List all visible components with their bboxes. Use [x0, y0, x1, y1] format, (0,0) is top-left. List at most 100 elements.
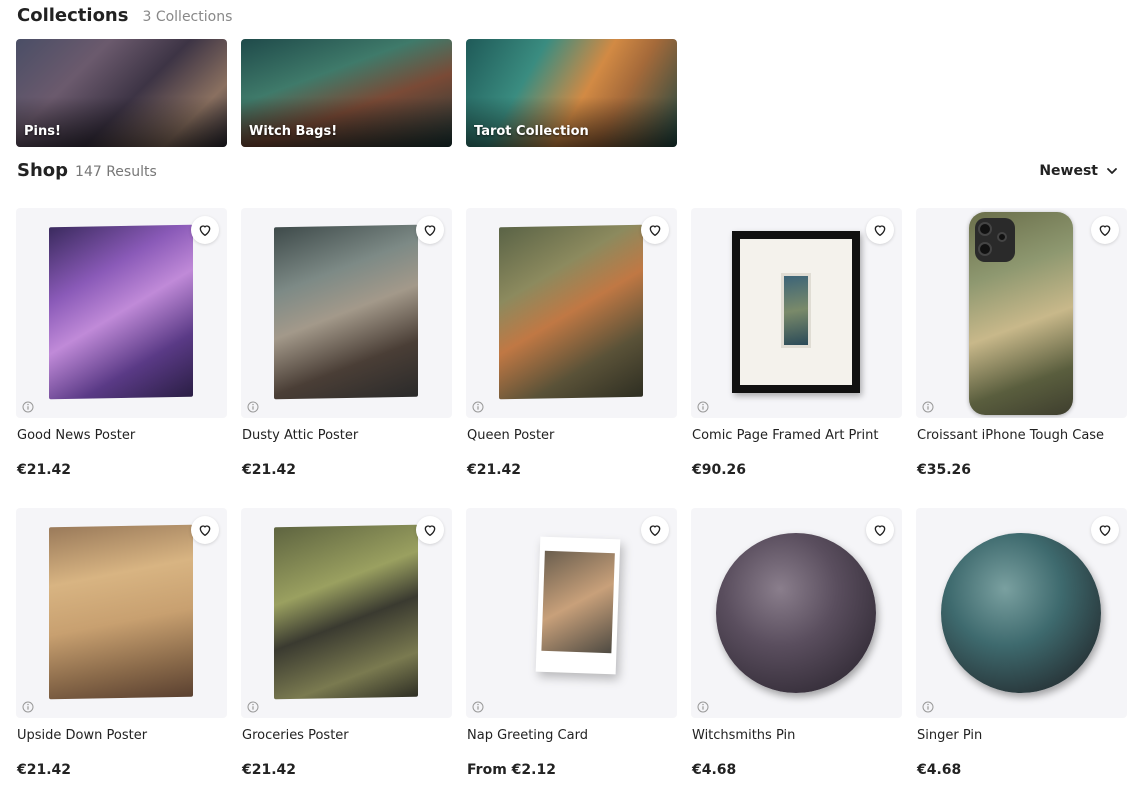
collections-count: 3 Collections: [142, 9, 233, 25]
favorite-button[interactable]: [641, 516, 669, 544]
product-card: Croissant iPhone Tough Case €35.26: [916, 208, 1127, 508]
info-icon[interactable]: [472, 701, 484, 713]
product-image[interactable]: [241, 508, 452, 718]
favorite-button[interactable]: [191, 516, 219, 544]
product-card: Groceries Poster €21.42: [241, 508, 452, 795]
camera-module: [975, 218, 1015, 262]
product-image[interactable]: [241, 208, 452, 418]
favorite-button[interactable]: [416, 216, 444, 244]
collection-image-overlay: [16, 97, 227, 147]
shop-title: Shop: [17, 160, 69, 181]
greeting-card: [535, 536, 621, 675]
heart-icon: [199, 525, 211, 536]
product-image[interactable]: [916, 508, 1127, 718]
collection-witch-bags[interactable]: Witch Bags!: [241, 39, 452, 147]
product-price: €4.68: [917, 762, 962, 778]
product-image[interactable]: [16, 208, 227, 418]
poster-art: [49, 524, 193, 700]
product-name[interactable]: Comic Page Framed Art Print: [692, 428, 878, 443]
product-name[interactable]: Groceries Poster: [242, 728, 349, 743]
heart-icon: [874, 525, 886, 536]
product-card: Upside Down Poster €21.42: [16, 508, 227, 795]
info-icon[interactable]: [922, 401, 934, 413]
info-icon[interactable]: [472, 401, 484, 413]
poster-art: [274, 224, 418, 400]
product-name[interactable]: Singer Pin: [917, 728, 982, 743]
frame-mat: [740, 239, 852, 385]
product-price: €90.26: [692, 462, 747, 478]
info-icon[interactable]: [697, 401, 709, 413]
collection-label: Pins!: [24, 124, 61, 139]
info-icon[interactable]: [22, 401, 34, 413]
product-price: €35.26: [917, 462, 972, 478]
favorite-button[interactable]: [866, 216, 894, 244]
product-price: From €2.12: [467, 762, 556, 778]
info-icon[interactable]: [22, 701, 34, 713]
product-image[interactable]: [916, 208, 1127, 418]
collections-row: Pins! Witch Bags! Tarot Collection: [16, 39, 677, 147]
product-card: Nap Greeting Card From €2.12: [466, 508, 677, 795]
poster-art: [499, 224, 643, 400]
product-name[interactable]: Upside Down Poster: [17, 728, 147, 743]
product-image[interactable]: [691, 508, 902, 718]
heart-icon: [874, 225, 886, 236]
info-icon[interactable]: [922, 701, 934, 713]
results-count: 147 Results: [75, 164, 157, 180]
product-image[interactable]: [16, 508, 227, 718]
product-card: Dusty Attic Poster €21.42: [241, 208, 452, 508]
product-image[interactable]: [466, 208, 677, 418]
collection-label: Witch Bags!: [249, 124, 338, 139]
favorite-button[interactable]: [866, 516, 894, 544]
info-icon[interactable]: [247, 401, 259, 413]
product-price: €21.42: [17, 462, 72, 478]
product-image[interactable]: [466, 508, 677, 718]
product-name[interactable]: Queen Poster: [467, 428, 554, 443]
heart-icon: [649, 225, 661, 236]
product-card: Witchsmiths Pin €4.68: [691, 508, 902, 795]
pin-button: [716, 533, 876, 693]
collections-title: Collections: [17, 5, 129, 26]
product-price: €21.42: [17, 762, 72, 778]
product-name[interactable]: Witchsmiths Pin: [692, 728, 795, 743]
collection-pins[interactable]: Pins!: [16, 39, 227, 147]
favorite-button[interactable]: [416, 516, 444, 544]
favorite-button[interactable]: [1091, 216, 1119, 244]
product-price: €21.42: [242, 462, 297, 478]
info-icon[interactable]: [697, 701, 709, 713]
phone-case: [969, 212, 1073, 415]
favorite-button[interactable]: [191, 216, 219, 244]
pin-button: [941, 533, 1101, 693]
product-grid: Good News Poster €21.42 Dusty Attic Post…: [16, 208, 1127, 795]
framed-art: [781, 273, 811, 348]
product-image[interactable]: [691, 208, 902, 418]
favorite-button[interactable]: [1091, 516, 1119, 544]
product-card: Singer Pin €4.68: [916, 508, 1127, 795]
product-name[interactable]: Good News Poster: [17, 428, 135, 443]
poster-art: [274, 524, 418, 700]
product-name[interactable]: Dusty Attic Poster: [242, 428, 358, 443]
favorite-button[interactable]: [641, 216, 669, 244]
product-name[interactable]: Nap Greeting Card: [467, 728, 588, 743]
collection-image-overlay: [241, 97, 452, 147]
info-icon[interactable]: [247, 701, 259, 713]
shop-header: Shop 147 Results: [17, 160, 157, 181]
heart-icon: [199, 225, 211, 236]
chevron-down-icon: [1107, 168, 1117, 174]
collection-label: Tarot Collection: [474, 124, 589, 139]
poster-art: [49, 224, 193, 400]
heart-icon: [1099, 525, 1111, 536]
collection-tarot[interactable]: Tarot Collection: [466, 39, 677, 147]
product-name[interactable]: Croissant iPhone Tough Case: [917, 428, 1104, 443]
collection-image-overlay: [466, 97, 677, 147]
heart-icon: [649, 525, 661, 536]
product-price: €21.42: [242, 762, 297, 778]
heart-icon: [1099, 225, 1111, 236]
framed-print: [732, 231, 860, 393]
product-price: €4.68: [692, 762, 737, 778]
sort-dropdown[interactable]: Newest: [1039, 163, 1120, 179]
heart-icon: [424, 225, 436, 236]
product-card: Queen Poster €21.42: [466, 208, 677, 508]
product-price: €21.42: [467, 462, 522, 478]
collections-header: Collections 3 Collections: [17, 5, 232, 26]
heart-icon: [424, 525, 436, 536]
